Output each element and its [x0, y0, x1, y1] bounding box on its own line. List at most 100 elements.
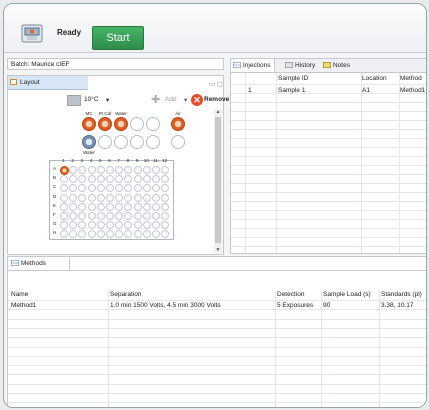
- plate-well[interactable]: [161, 193, 170, 202]
- plate-well[interactable]: [78, 193, 87, 202]
- plate-well[interactable]: [60, 202, 68, 211]
- tab-injections-label: Injections: [243, 62, 271, 69]
- plate-well[interactable]: [115, 193, 124, 202]
- plate-well[interactable]: [69, 202, 78, 211]
- plate-well[interactable]: [142, 221, 151, 230]
- plate-well[interactable]: [87, 230, 96, 239]
- vial-water[interactable]: [114, 117, 128, 131]
- vial-slot[interactable]: [130, 135, 144, 149]
- separation-cell[interactable]: 1.0 min 1500 Volts, 4.5 min 3000 Volts: [110, 302, 221, 309]
- standards-cell[interactable]: 3.38, 10.17: [381, 302, 414, 309]
- plate-well[interactable]: [152, 202, 160, 211]
- vial-slot[interactable]: [146, 135, 160, 149]
- plate-well[interactable]: [142, 175, 151, 184]
- plate-well[interactable]: [106, 202, 114, 211]
- scroll-down-icon[interactable]: ▼: [214, 247, 222, 253]
- tab-notes[interactable]: Notes: [321, 59, 359, 72]
- scroll-up-icon[interactable]: ▲: [214, 109, 222, 115]
- grid-line: [231, 165, 426, 166]
- plate-well[interactable]: [133, 230, 142, 239]
- plate-well[interactable]: [87, 175, 96, 184]
- grid-line: [321, 290, 322, 407]
- vial-water-bottom[interactable]: [82, 135, 96, 149]
- vial-slot[interactable]: [130, 117, 144, 131]
- plate-well[interactable]: [142, 166, 151, 174]
- detection-cell[interactable]: 5 Exposures: [277, 302, 313, 309]
- plate-well[interactable]: [152, 212, 160, 220]
- plate-well[interactable]: [133, 212, 142, 220]
- chevron-down-icon[interactable]: ▾: [106, 96, 109, 104]
- plate-column-label: 5: [99, 158, 102, 163]
- vial-slot[interactable]: [98, 135, 112, 149]
- add-button[interactable]: Add: [165, 96, 177, 103]
- tab-notes-label: Notes: [333, 62, 350, 69]
- plate-column-label: 8: [126, 158, 130, 163]
- thermostat-icon: [67, 95, 81, 106]
- add-vial-icon: ✚: [151, 94, 161, 106]
- plate-well[interactable]: [142, 193, 151, 202]
- plate-well[interactable]: [152, 166, 160, 174]
- maximize-icon[interactable]: ◻: [217, 80, 223, 88]
- plate-well[interactable]: [142, 212, 151, 220]
- plate-well[interactable]: [96, 202, 105, 211]
- plate-well[interactable]: [133, 184, 142, 193]
- temperature-select[interactable]: 10°C: [84, 96, 99, 103]
- tab-injections[interactable]: Injections: [231, 59, 275, 72]
- grid-line: [8, 318, 426, 320]
- plate-well[interactable]: [106, 193, 114, 202]
- plate-well[interactable]: [96, 193, 105, 202]
- plate-well[interactable]: [133, 193, 142, 202]
- plate-well[interactable]: [161, 202, 170, 211]
- sample-load-cell[interactable]: 90: [323, 302, 330, 309]
- vial-pi-cal[interactable]: [98, 117, 112, 131]
- grid-line: [8, 393, 426, 394]
- tab-history[interactable]: History: [283, 59, 321, 72]
- method-cell[interactable]: Method1: [400, 86, 425, 95]
- plate-well[interactable]: [142, 202, 151, 211]
- tab-methods[interactable]: Methods: [8, 257, 70, 270]
- plate-well[interactable]: [106, 212, 114, 220]
- vial-air[interactable]: [171, 117, 185, 131]
- method-name-cell[interactable]: Method1: [11, 302, 36, 309]
- plate-well[interactable]: [87, 212, 96, 220]
- chevron-down-icon[interactable]: ▾: [184, 96, 187, 104]
- plate-well[interactable]: [124, 193, 133, 202]
- vial-slot[interactable]: [171, 135, 185, 149]
- plate-well[interactable]: [106, 166, 114, 174]
- plate-well[interactable]: [115, 202, 124, 211]
- plate-well[interactable]: [96, 221, 105, 230]
- instrument-icon: [21, 24, 43, 43]
- plate-well[interactable]: [133, 221, 142, 230]
- plate-well[interactable]: [87, 184, 96, 193]
- plate-well[interactable]: [152, 193, 160, 202]
- plate-well[interactable]: [69, 193, 78, 202]
- vial-slot[interactable]: [114, 135, 128, 149]
- grid-line: [231, 93, 426, 94]
- sample-id-cell[interactable]: Sample 1: [278, 86, 305, 95]
- tab-layout[interactable]: Layout: [8, 76, 88, 90]
- plate-well[interactable]: [96, 212, 105, 220]
- plate-well[interactable]: [87, 193, 96, 202]
- plate-well[interactable]: [133, 202, 142, 211]
- plate-well[interactable]: [87, 202, 96, 211]
- vial-slot[interactable]: [146, 117, 160, 131]
- plate-well[interactable]: [60, 166, 69, 175]
- plate-well[interactable]: [60, 193, 68, 202]
- layout-scrollbar[interactable]: ▲ ▼: [214, 109, 222, 253]
- plate-well[interactable]: [133, 166, 142, 174]
- plate-well[interactable]: [87, 221, 96, 230]
- plate-well[interactable]: [96, 175, 105, 184]
- vial-mc[interactable]: [82, 117, 96, 131]
- plate-well[interactable]: [96, 166, 105, 174]
- plate-well[interactable]: [87, 166, 96, 174]
- location-cell[interactable]: A1: [362, 86, 370, 95]
- minimize-icon[interactable]: ▭: [209, 80, 216, 88]
- scroll-thumb[interactable]: [215, 117, 221, 243]
- column-header-detection: Detection: [277, 291, 305, 298]
- plate-column-label: 1: [62, 158, 65, 163]
- remove-button[interactable]: Remove: [204, 96, 229, 103]
- plate-well[interactable]: [133, 175, 142, 184]
- plate-column-label: 10: [143, 158, 149, 163]
- plate-well[interactable]: [60, 212, 68, 220]
- start-button[interactable]: Start: [92, 26, 144, 50]
